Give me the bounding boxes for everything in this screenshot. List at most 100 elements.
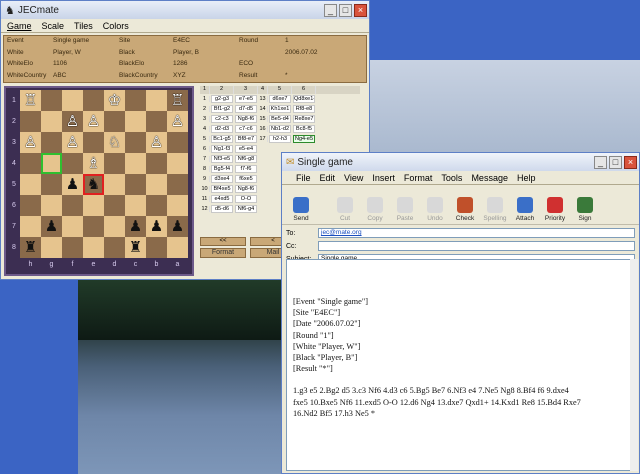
paste-button[interactable]: Paste xyxy=(390,197,420,222)
format-button[interactable]: Format xyxy=(200,248,246,258)
board-square[interactable]: ♙ xyxy=(83,111,104,132)
move-cell[interactable]: c7-c6 xyxy=(235,125,257,133)
move-cell[interactable]: e5-e4 xyxy=(235,145,257,153)
board-square[interactable]: ♙ xyxy=(62,132,83,153)
mail-menu-item[interactable]: Edit xyxy=(320,173,336,183)
mail-maximize-button[interactable]: □ xyxy=(609,155,622,169)
board-square[interactable] xyxy=(125,111,146,132)
board-square[interactable]: ♞ xyxy=(83,174,104,195)
move-cell[interactable]: Nb1-d2 xyxy=(269,125,291,133)
move-cell[interactable]: Ng8-f6 xyxy=(235,185,257,193)
board-square[interactable]: ♙ xyxy=(62,111,83,132)
attach-button[interactable]: Attach xyxy=(510,197,540,222)
move-cell[interactable]: h2-h3 xyxy=(269,135,291,143)
board-square[interactable] xyxy=(83,216,104,237)
maximize-button[interactable]: □ xyxy=(339,3,352,17)
board-square[interactable] xyxy=(104,111,125,132)
to-field[interactable]: jec@mate.org xyxy=(318,228,635,238)
board-square[interactable] xyxy=(62,90,83,111)
mail-titlebar[interactable]: ✉ Single game _ □ × xyxy=(282,153,639,171)
board-square[interactable] xyxy=(146,153,167,174)
move-cell[interactable]: Bf8-e7 xyxy=(235,135,257,143)
check-button[interactable]: Check xyxy=(450,197,480,222)
board-square[interactable] xyxy=(167,153,188,174)
board-square[interactable]: ♟ xyxy=(146,216,167,237)
chessboard[interactable]: 1 ♖ ♔ ♖ 2 ♙ ♙ ♙ 3 ♙ ♙ ♘ ♙ 4 ♗ 5 ♟ ♞ 6 7 ♟ ♟ ♟ ♟ 8 ♜ ♜ h g f e d c b a xyxy=(4,86,194,276)
move-cell[interactable]: g2-g3 xyxy=(211,95,233,103)
board-square[interactable]: ♜ xyxy=(20,237,41,258)
vertical-scrollbar[interactable] xyxy=(630,259,638,471)
board-square[interactable] xyxy=(167,195,188,216)
board-square[interactable]: ♟ xyxy=(125,216,146,237)
board-square[interactable] xyxy=(125,90,146,111)
menu-scale[interactable]: Scale xyxy=(42,21,65,31)
send-button[interactable]: Send xyxy=(286,197,316,222)
board-square[interactable] xyxy=(41,111,62,132)
move-cell[interactable]: Bg5-f4 xyxy=(211,165,233,173)
spelling-button[interactable]: Spelling xyxy=(480,197,510,222)
cut-button[interactable]: Cut xyxy=(330,197,360,222)
move-cell[interactable]: e4xd5 xyxy=(211,195,233,203)
board-square[interactable] xyxy=(104,195,125,216)
board-square[interactable] xyxy=(83,132,104,153)
move-cell[interactable]: Nf6-g8 xyxy=(235,155,257,163)
menu-game[interactable]: Game xyxy=(7,21,32,31)
move-cell[interactable]: Ng1-f3 xyxy=(211,145,233,153)
move-cell[interactable]: d5-d6 xyxy=(211,205,233,213)
board-square[interactable] xyxy=(125,174,146,195)
mail-menu-item[interactable]: View xyxy=(344,173,363,183)
move-cell[interactable]: d6xe7 xyxy=(269,95,291,103)
board-square[interactable] xyxy=(20,153,41,174)
board-square[interactable] xyxy=(125,132,146,153)
move-cell[interactable]: Nf6-g4 xyxy=(235,205,257,213)
board-square[interactable] xyxy=(62,216,83,237)
menu-colors[interactable]: Colors xyxy=(103,21,129,31)
move-cell[interactable]: c2-c3 xyxy=(211,115,233,123)
board-square[interactable] xyxy=(62,237,83,258)
board-square[interactable] xyxy=(41,237,62,258)
move-cell[interactable]: Bf1-g2 xyxy=(211,105,233,113)
board-square[interactable]: ♗ xyxy=(83,153,104,174)
board-square[interactable]: ♖ xyxy=(20,90,41,111)
move-cell[interactable]: d2-d3 xyxy=(211,125,233,133)
board-square[interactable]: ♟ xyxy=(167,216,188,237)
undo-button[interactable]: Undo xyxy=(420,197,450,222)
board-square[interactable] xyxy=(20,111,41,132)
move-cell[interactable]: Ng4-e5 xyxy=(293,135,315,143)
board-square[interactable] xyxy=(104,237,125,258)
board-square[interactable] xyxy=(146,111,167,132)
board-square[interactable] xyxy=(146,237,167,258)
board-square[interactable] xyxy=(62,153,83,174)
board-square[interactable]: ♖ xyxy=(167,90,188,111)
board-square[interactable] xyxy=(20,174,41,195)
mail-menu-item[interactable]: Message xyxy=(471,173,508,183)
move-cell[interactable]: Kh1xe1 xyxy=(269,105,291,113)
board-square[interactable] xyxy=(83,90,104,111)
board-square[interactable]: ♙ xyxy=(20,132,41,153)
board-square[interactable] xyxy=(167,174,188,195)
board-square[interactable] xyxy=(62,195,83,216)
board-square[interactable]: ♜ xyxy=(125,237,146,258)
board-square[interactable] xyxy=(41,174,62,195)
board-square[interactable] xyxy=(104,174,125,195)
board-square[interactable]: ♔ xyxy=(104,90,125,111)
move-cell[interactable]: Bc1-g5 xyxy=(211,135,233,143)
board-square[interactable] xyxy=(125,195,146,216)
move-cell[interactable]: Ng8-f6 xyxy=(235,115,257,123)
mail-minimize-button[interactable]: _ xyxy=(594,155,607,169)
board-square[interactable] xyxy=(125,153,146,174)
board-square[interactable] xyxy=(41,195,62,216)
board-square[interactable] xyxy=(146,195,167,216)
copy-button[interactable]: Copy xyxy=(360,197,390,222)
move-cell[interactable]: Bf4xe5 xyxy=(211,185,233,193)
board-square[interactable] xyxy=(83,237,104,258)
board-square[interactable] xyxy=(167,237,188,258)
mail-menu-item[interactable]: File xyxy=(296,173,311,183)
move-cell[interactable]: Re8xe7 xyxy=(293,115,315,123)
board-square[interactable] xyxy=(41,132,62,153)
board-square[interactable] xyxy=(104,216,125,237)
mail-close-button[interactable]: × xyxy=(624,155,637,169)
board-square[interactable] xyxy=(104,153,125,174)
menu-tiles[interactable]: Tiles xyxy=(74,21,93,31)
move-cell[interactable]: f6xe5 xyxy=(235,175,257,183)
